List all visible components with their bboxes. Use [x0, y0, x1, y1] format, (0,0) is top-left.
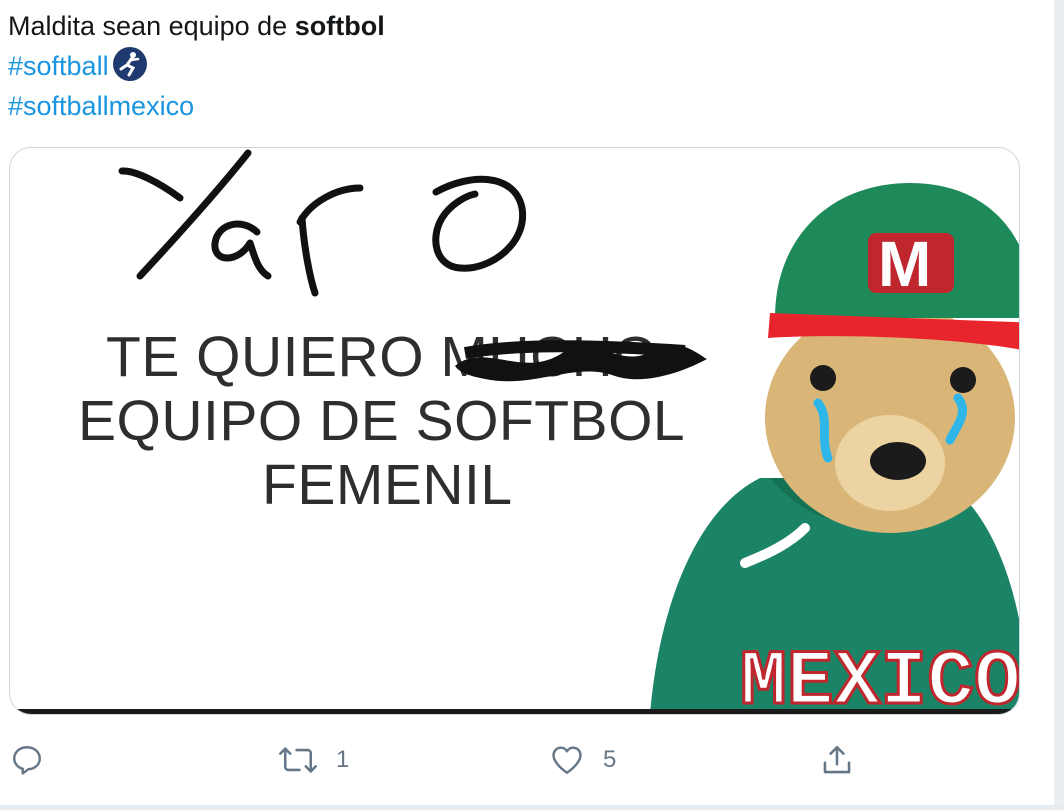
- share-icon: [823, 745, 851, 774]
- tweet-text-prefix: Maldita sean equipo de: [8, 11, 295, 41]
- meme-line-3: FEMENIL: [262, 453, 513, 517]
- retweet-count: 1: [336, 746, 350, 773]
- bottom-divider: [0, 805, 1064, 810]
- share-button[interactable]: [820, 730, 854, 790]
- tweet-text-bold: softbol: [294, 11, 385, 41]
- retweet-icon: [279, 747, 317, 773]
- meme-line-2: EQUIPO DE SOFTBOL: [78, 389, 686, 453]
- tweet-actions: 1 5: [0, 730, 1040, 800]
- right-border: [1054, 0, 1064, 810]
- hashtag-softball[interactable]: #softball: [8, 51, 109, 81]
- softball-player-icon: [112, 47, 147, 81]
- reply-icon: [13, 746, 41, 775]
- tweet-text: Maldita sean equipo de softbol #softball…: [8, 6, 385, 126]
- handwritten-ya-no: [118, 149, 527, 297]
- hashtag-line-2: #softballmexico: [8, 86, 385, 126]
- hashtag-softballmexico[interactable]: #softballmexico: [8, 91, 194, 121]
- heart-icon: [552, 746, 582, 774]
- tweet-first-line: Maldita sean equipo de softbol: [8, 6, 385, 46]
- retweet-button[interactable]: 1: [278, 730, 349, 790]
- reply-button[interactable]: [10, 730, 44, 790]
- tweet-image[interactable]: TE QUIERO MUCHO EQUIPO DE SOFTBOL FEMENI…: [9, 147, 1020, 715]
- jersey-text: MEXICO: [740, 639, 1020, 714]
- like-count: 5: [603, 746, 617, 773]
- like-button[interactable]: 5: [549, 730, 616, 790]
- cap-logo: M: [878, 228, 931, 300]
- image-bottom-edge: [10, 709, 1019, 714]
- dog-in-mexico-uniform: MEXICO M: [650, 183, 1020, 714]
- hashtag-line-1: #softball: [8, 46, 385, 86]
